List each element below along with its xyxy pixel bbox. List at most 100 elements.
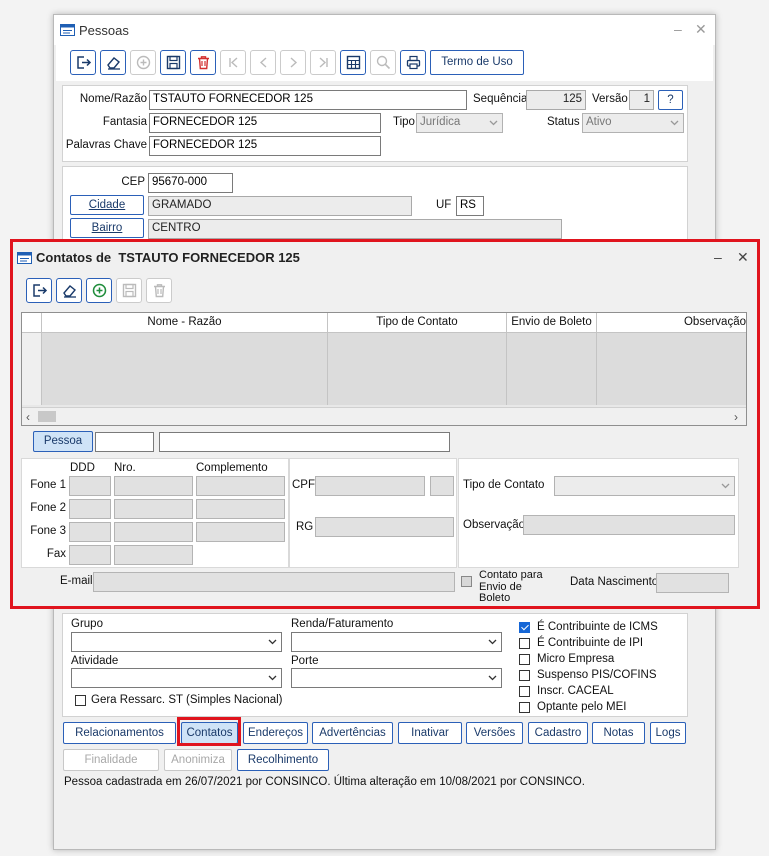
fone2-ddd-input[interactable] [69, 499, 111, 519]
atividade-select[interactable] [71, 668, 282, 688]
table-row[interactable] [22, 333, 746, 351]
table-row[interactable] [22, 387, 746, 405]
first-record-button[interactable] [220, 50, 246, 75]
fone2-complemento-input[interactable] [196, 499, 285, 519]
tipo-select[interactable]: Jurídica [416, 113, 503, 133]
renda-faturamento-select[interactable] [291, 632, 502, 652]
bairro-button[interactable]: Bairro [70, 218, 144, 238]
previous-record-button[interactable] [250, 50, 276, 75]
address-panel: CEP 95670-000 Cidade GRAMADO UF RS Bairr… [62, 166, 688, 240]
gera-ressarc-checkbox[interactable] [75, 695, 86, 706]
scroll-left-icon[interactable]: ‹ [26, 410, 30, 424]
fantasia-input[interactable]: FORNECEDOR 125 [149, 113, 381, 133]
next-record-button[interactable] [280, 50, 306, 75]
fone1-nro-input[interactable] [114, 476, 193, 496]
add-button[interactable] [130, 50, 156, 75]
recolhimento-button[interactable]: Recolhimento [237, 749, 329, 771]
grupo-select[interactable] [71, 632, 282, 652]
cep-input[interactable]: 95670-000 [148, 173, 233, 193]
suspenso-pis-cofins-checkbox[interactable] [519, 670, 530, 681]
fone3-ddd-input[interactable] [69, 522, 111, 542]
rg-input[interactable] [315, 517, 454, 537]
cidade-button[interactable]: Cidade [70, 195, 144, 215]
pessoa-code-input[interactable] [95, 432, 154, 452]
table-row[interactable] [22, 369, 746, 387]
fone3-nro-input[interactable] [114, 522, 193, 542]
nome-razao-input[interactable]: TSTAUTO FORNECEDOR 125 [149, 90, 467, 110]
fone2-nro-input[interactable] [114, 499, 193, 519]
data-nascimento-input[interactable] [656, 573, 729, 593]
status-select[interactable]: Ativo [582, 113, 684, 133]
advertencias-button[interactable]: Advertências [312, 722, 393, 744]
inativar-button[interactable]: Inativar [398, 722, 462, 744]
exit-button[interactable] [70, 50, 96, 75]
fax-ddd-input[interactable] [69, 545, 111, 565]
fone3-complemento-input[interactable] [196, 522, 285, 542]
cpf-input[interactable] [315, 476, 425, 496]
contribuinte-icms-checkbox[interactable] [519, 622, 530, 633]
fax-nro-input[interactable] [114, 545, 193, 565]
versao-label: Versão [592, 93, 628, 105]
fone1-complemento-input[interactable] [196, 476, 285, 496]
termo-de-uso-button[interactable]: Termo de Uso [430, 50, 524, 75]
pessoa-button[interactable]: Pessoa [33, 431, 93, 452]
dialog-delete-button[interactable] [146, 278, 172, 303]
save-button[interactable] [160, 50, 186, 75]
fone1-ddd-input[interactable] [69, 476, 111, 496]
contribuinte-icms-label: É Contribuinte de ICMS [537, 621, 658, 633]
column-tipo-contato[interactable]: Tipo de Contato [328, 313, 507, 333]
dialog-close-icon[interactable]: ✕ [737, 249, 749, 266]
inscr-caceal-label: Inscr. CACEAL [537, 685, 614, 697]
search-button[interactable] [370, 50, 396, 75]
tipo-contato-select[interactable] [554, 476, 735, 496]
uf-input[interactable]: RS [456, 196, 484, 216]
dialog-add-button[interactable] [86, 278, 112, 303]
finalidade-button[interactable]: Finalidade [63, 749, 159, 771]
tipo-contato-label: Tipo de Contato [463, 479, 545, 491]
inscr-caceal-checkbox[interactable] [519, 686, 530, 697]
grid-horizontal-scrollbar[interactable]: ‹ › [22, 407, 746, 425]
porte-select[interactable] [291, 668, 502, 688]
logs-button[interactable]: Logs [650, 722, 686, 744]
notas-button[interactable]: Notas [592, 722, 645, 744]
print-button[interactable] [400, 50, 426, 75]
last-record-button[interactable] [310, 50, 336, 75]
cadastro-button[interactable]: Cadastro [528, 722, 588, 744]
anonimiza-button[interactable]: Anonimiza [164, 749, 232, 771]
table-row[interactable] [22, 351, 746, 369]
micro-empresa-checkbox[interactable] [519, 654, 530, 665]
dialog-save-button[interactable] [116, 278, 142, 303]
scroll-thumb[interactable] [38, 411, 56, 422]
title-bar: Pessoas – ✕ [54, 15, 715, 45]
optante-mei-checkbox[interactable] [519, 702, 530, 713]
fone3-label: Fone 3 [30, 525, 66, 537]
documents-panel: CPF RG [289, 458, 457, 568]
observacao-input[interactable] [523, 515, 735, 535]
column-envio-boleto[interactable]: Envio de Boleto [507, 313, 597, 333]
column-observacao[interactable]: Observação [597, 313, 746, 333]
contribuinte-ipi-checkbox[interactable] [519, 638, 530, 649]
clear-button[interactable] [100, 50, 126, 75]
minimize-icon[interactable]: – [674, 21, 682, 37]
dialog-clear-button[interactable] [56, 278, 82, 303]
chevron-left-icon [259, 57, 267, 68]
palavras-chave-input[interactable]: FORNECEDOR 125 [149, 136, 381, 156]
help-button[interactable]: ? [658, 90, 683, 110]
dialog-minimize-icon[interactable]: – [714, 249, 722, 265]
add-icon [136, 55, 151, 70]
contato-boleto-checkbox[interactable] [461, 576, 472, 587]
versoes-button[interactable]: Versões [466, 722, 523, 744]
contacts-grid[interactable]: Nome - Razão Tipo de Contato Envio de Bo… [21, 312, 747, 426]
column-nome-razao[interactable]: Nome - Razão [42, 313, 328, 333]
pessoa-name-input[interactable] [159, 432, 450, 452]
scroll-right-icon[interactable]: › [734, 410, 738, 424]
cpf-digit-input[interactable] [430, 476, 454, 496]
dialog-exit-button[interactable] [26, 278, 52, 303]
relacionamentos-button[interactable]: Relacionamentos [63, 722, 176, 744]
enderecos-button[interactable]: Endereços [243, 722, 308, 744]
email-input[interactable] [93, 572, 455, 592]
close-icon[interactable]: ✕ [695, 21, 707, 38]
delete-button[interactable] [190, 50, 216, 75]
sequencia-field: 125 [526, 90, 586, 110]
grid-view-button[interactable] [340, 50, 366, 75]
